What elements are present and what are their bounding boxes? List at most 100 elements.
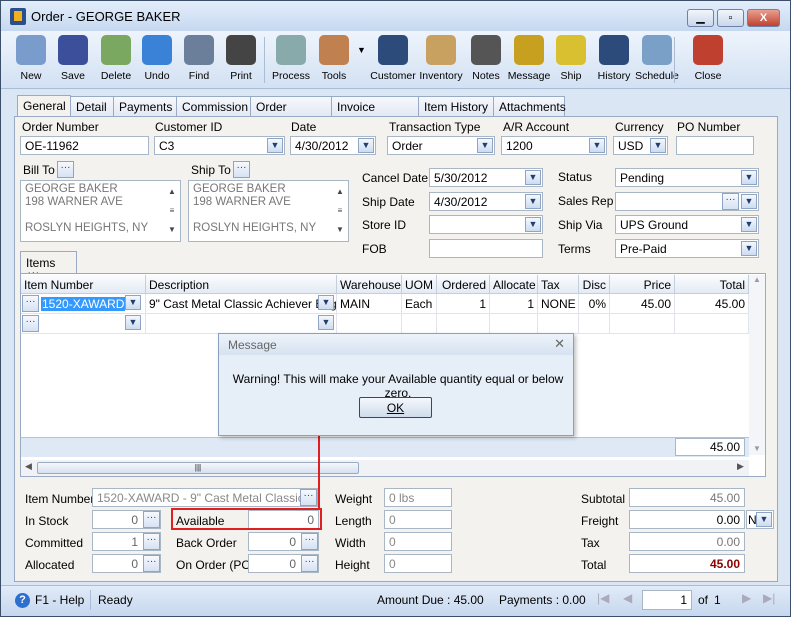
chevron-down-icon[interactable]: ▼ (650, 138, 666, 153)
grid-cell-empty[interactable] (538, 314, 579, 334)
grid-cell-empty[interactable] (146, 314, 337, 334)
chevron-down-icon[interactable]: ▼ (741, 170, 757, 185)
grid-cell[interactable]: 45.00 (610, 294, 675, 314)
history-button[interactable]: History (590, 35, 638, 82)
print-button[interactable]: Print (217, 35, 265, 82)
bill-to-lookup-button[interactable]: ··· (57, 161, 74, 178)
grid-cell[interactable]: 1 (490, 294, 538, 314)
grid-cell[interactable]: MAIN (337, 294, 402, 314)
bill-to-address[interactable]: GEORGE BAKER 198 WARNER AVE ROSLYN HEIGHTS… (20, 180, 181, 242)
column-header-uom[interactable]: UOM (402, 275, 437, 294)
po-number-input[interactable] (676, 136, 754, 155)
chevron-down-icon[interactable]: ▼ (267, 138, 283, 153)
grid-cell-empty[interactable] (337, 314, 402, 334)
grid-cell[interactable]: 0% (579, 294, 610, 314)
customer-button[interactable]: Customer (369, 35, 417, 82)
chevron-down-icon[interactable]: ▼ (589, 138, 605, 153)
scrollbar[interactable]: ▲ ≡ ▼ (165, 182, 179, 240)
store-id-select[interactable]: ▼ (429, 215, 543, 234)
chevron-down-icon[interactable]: ▼ (741, 217, 757, 232)
ar-account-select[interactable]: 1200 ▼ (501, 136, 607, 155)
column-header-description[interactable]: Description (146, 275, 337, 294)
currency-select[interactable]: USD ▼ (613, 136, 668, 155)
next-record-icon[interactable]: ▶ (742, 591, 751, 605)
grid-cell-empty[interactable] (675, 314, 749, 334)
chevron-down-icon[interactable]: ▼ (741, 194, 757, 209)
maximize-button[interactable]: ▫ (717, 9, 744, 27)
undo-button[interactable]: Undo (133, 35, 181, 82)
customer-id-select[interactable]: C3 ▼ (154, 136, 285, 155)
inventory-button[interactable]: Inventory (417, 35, 465, 82)
ship-to-lookup-button[interactable]: ··· (233, 161, 250, 178)
ship-date-picker[interactable]: 4/30/2012 ▼ (429, 192, 543, 211)
fob-input[interactable] (429, 239, 543, 258)
chevron-down-icon[interactable]: ▼ (477, 138, 493, 153)
tab-items[interactable]: Items (1) (20, 251, 77, 284)
grid-cell[interactable]: 1 (437, 294, 490, 314)
item-lookup-button[interactable]: ··· (300, 489, 317, 506)
chevron-down-icon[interactable]: ▼ (741, 241, 757, 256)
chevron-down-icon[interactable]: ▼ (125, 295, 141, 310)
tab-general[interactable]: General (17, 95, 71, 117)
ship-button[interactable]: Ship (547, 35, 595, 82)
notes-button[interactable]: Notes (462, 35, 510, 82)
column-header-price[interactable]: Price (610, 275, 675, 294)
ship-via-select[interactable]: UPS Ground ▼ (615, 215, 759, 234)
message-button[interactable]: Message (505, 35, 553, 82)
grid-cell[interactable]: 9" Cast Metal Classic Achiever Engr (146, 294, 337, 314)
date-picker[interactable]: 4/30/2012 ▼ (290, 136, 376, 155)
tools-dropdown-icon[interactable]: ▼ (357, 45, 366, 55)
help-icon[interactable]: ? (15, 593, 30, 608)
tools-button[interactable]: Tools (310, 35, 358, 82)
column-header-warehouse[interactable]: Warehouse (337, 275, 402, 294)
help-label[interactable]: F1 - Help (35, 593, 84, 607)
column-header-allocate[interactable]: Allocate (490, 275, 538, 294)
close-button[interactable]: Close (684, 35, 732, 82)
tab-payments[interactable]: Payments (113, 96, 177, 117)
column-header-tax[interactable]: Tax (538, 275, 579, 294)
chevron-down-icon[interactable]: ▼ (756, 512, 772, 527)
cancel-date-picker[interactable]: 5/30/2012 ▼ (429, 168, 543, 187)
grid-cell[interactable]: Each (402, 294, 437, 314)
sales-rep-select[interactable]: ··· ▼ (615, 192, 759, 211)
record-number-input[interactable]: 1 (642, 590, 692, 610)
ok-button[interactable]: OK (359, 397, 432, 418)
grid-cell-empty[interactable] (610, 314, 675, 334)
in_stock-lookup-button[interactable]: ··· (143, 511, 160, 528)
status-select[interactable]: Pending ▼ (615, 168, 759, 187)
tab-item-history[interactable]: Item History (418, 96, 494, 117)
allocated-lookup-button[interactable]: ··· (143, 555, 160, 572)
ship-to-address[interactable]: GEORGE BAKER 198 WARNER AVE ROSLYN HEIGHTS… (188, 180, 349, 242)
grid-cell-empty[interactable] (579, 314, 610, 334)
freight-method-select[interactable]: N ▼ (746, 510, 774, 529)
on_order-lookup-button[interactable]: ··· (301, 555, 318, 572)
committed-lookup-button[interactable]: ··· (143, 533, 160, 550)
chevron-down-icon[interactable]: ▼ (525, 217, 541, 232)
tab-detail[interactable]: Detail (70, 96, 114, 117)
grid-cell[interactable]: 45.00 (675, 294, 749, 314)
item-lookup-button[interactable]: ··· (22, 295, 39, 312)
chevron-down-icon[interactable]: ▼ (525, 194, 541, 209)
save-button[interactable]: Save (49, 35, 97, 82)
new-button[interactable]: New (7, 35, 55, 82)
tab-attachments[interactable]: Attachments (493, 96, 566, 117)
close-window-button[interactable]: X (747, 9, 780, 27)
terms-select[interactable]: Pre-Paid ▼ (615, 239, 759, 258)
chevron-down-icon[interactable]: ▼ (525, 170, 541, 185)
find-button[interactable]: Find (175, 35, 223, 82)
grid-cell-empty[interactable] (437, 314, 490, 334)
grid-cell[interactable]: NONE (538, 294, 579, 314)
chevron-down-icon[interactable]: ▼ (318, 315, 334, 330)
back_order-lookup-button[interactable]: ··· (301, 533, 318, 550)
process-button[interactable]: Process (267, 35, 315, 82)
scrollbar-thumb[interactable]: ||| (37, 462, 359, 474)
minimize-button[interactable]: ▁ (687, 9, 714, 27)
order-number-input[interactable]: OE-11962 (20, 136, 149, 155)
horizontal-scrollbar[interactable]: ◀ ||| ▶ (21, 460, 749, 476)
column-header-total[interactable]: Total (675, 275, 749, 294)
first-record-icon[interactable]: |◀ (597, 591, 609, 605)
previous-record-icon[interactable]: ◀ (623, 591, 632, 605)
column-header-ordered[interactable]: Ordered (437, 275, 490, 294)
sales-rep-lookup-button[interactable]: ··· (722, 193, 739, 210)
dialog-close-icon[interactable]: ✕ (554, 336, 565, 352)
